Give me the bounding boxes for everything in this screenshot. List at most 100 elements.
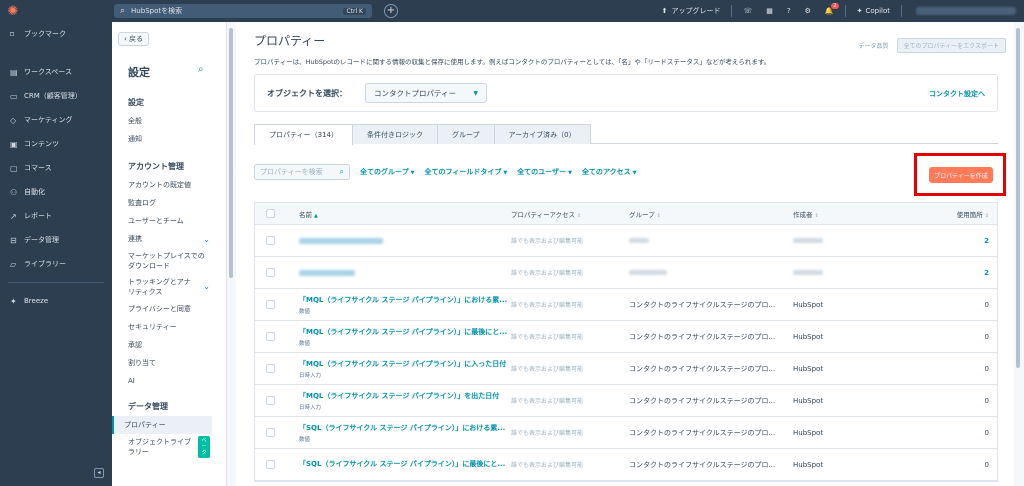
property-search-input[interactable]: プロパティーを検索 ⌕ xyxy=(254,164,350,180)
export-button[interactable]: 全てのプロパティーをエクスポート xyxy=(896,38,1006,53)
row-checkbox[interactable] xyxy=(265,428,275,437)
nav-item-content[interactable]: ▣ コンテンツ xyxy=(0,132,112,156)
row-checkbox[interactable] xyxy=(265,268,275,277)
collapse-nav-icon[interactable]: ◂ xyxy=(94,468,104,478)
global-search-input[interactable]: ⌕ HubSpotを検索 Ctrl K xyxy=(114,4,372,18)
settings-scrollbar[interactable] xyxy=(229,28,233,278)
settings-item-approvals[interactable]: 承認 xyxy=(112,336,226,354)
hubspot-logo-icon[interactable]: ✺ xyxy=(0,4,26,19)
row-checkbox[interactable] xyxy=(265,236,275,245)
settings-item-object-library[interactable]: オブジェクトライブ ラリー ベータ xyxy=(112,434,226,460)
property-type: 日時入力 xyxy=(299,372,322,379)
table-row[interactable]: 「MQL（ライフサイクル ステージ パイプライン）」に入った日付 日時入力 誰でも… xyxy=(255,353,997,385)
nav-item-library[interactable]: ▱ ライブラリー xyxy=(0,252,112,276)
property-name-link[interactable]: 「MQL（ライフサイクル ステージ パイプライン）」に入った日付 xyxy=(299,359,511,369)
settings-item-integrations[interactable]: 連携 ⌄ xyxy=(112,230,226,248)
column-header-usage[interactable]: 使用箇所 ⇕ xyxy=(923,209,997,219)
table-row[interactable]: 「MQL（ライフサイクル ステージ パイプライン）」を出た日付 日時入力 誰でも表… xyxy=(255,385,997,417)
property-group: コンタクトのライフサイクルステージのプロ... xyxy=(629,364,776,373)
table-row[interactable]: 「SQL（ライフサイクル ステージ パイプライン）」における累... 数値 誰でも… xyxy=(255,417,997,449)
row-checkbox[interactable] xyxy=(265,332,275,341)
row-checkbox[interactable] xyxy=(265,396,275,405)
caret-down-icon: ▼ xyxy=(503,170,508,176)
table-row[interactable]: 「MQL（ライフサイクル ステージ パイプライン）」に最後にと... 数値 誰でも… xyxy=(255,321,997,353)
nav-item-workspace[interactable]: ▤ ワークスペース xyxy=(0,60,112,84)
phone-icon[interactable]: ☏ xyxy=(743,7,752,15)
object-select-dropdown[interactable]: コンタクトプロパティー ▼ xyxy=(365,83,487,103)
copilot-button[interactable]: ✦ Copilot xyxy=(857,7,890,15)
nav-item-bookmarks[interactable]: ⌑ ブックマーク xyxy=(0,22,112,46)
settings-item-tracking[interactable]: トラッキングとアナ リティクス ⌄ xyxy=(112,274,226,300)
settings-item-ai[interactable]: AI xyxy=(112,372,226,390)
settings-item-properties[interactable]: プロパティー xyxy=(112,416,212,434)
nav-item-breeze[interactable]: ✦ Breeze xyxy=(0,289,112,313)
property-name-link[interactable] xyxy=(299,269,355,276)
page-description: プロパティーは、HubSpotのレコードに関する情報の収集と保存に使用します。例… xyxy=(254,58,771,66)
property-name-link[interactable]: 「SQL（ライフサイクル ステージ パイプライン）」における累... xyxy=(299,423,511,433)
copilot-label: Copilot xyxy=(865,7,890,15)
account-menu[interactable] xyxy=(916,7,1016,15)
tab-properties[interactable]: プロパティー（314） xyxy=(254,124,353,145)
create-property-button[interactable]: プロパティーを作成 xyxy=(929,167,993,183)
table-row[interactable]: 誰でも表示および編集可能 2 xyxy=(255,225,997,257)
nav-item-automation[interactable]: ⚇ 自動化 xyxy=(0,180,112,204)
settings-item-general[interactable]: 全般 xyxy=(112,112,226,130)
properties-table: 名前 ▲ プロパティーアクセス ⇕ グループ ⇕ 作成者 ⇕ 使用箇所 ⇕ 誰でも表示およ… xyxy=(254,202,998,482)
row-checkbox[interactable] xyxy=(265,364,275,373)
property-name-link[interactable]: 「MQL（ライフサイクル ステージ パイプライン）」における累... xyxy=(299,295,511,305)
filter-users[interactable]: 全てのユーザー ▼ xyxy=(517,167,572,177)
select-all-checkbox[interactable] xyxy=(265,209,275,218)
settings-search-icon[interactable]: ⌕ xyxy=(198,64,204,75)
property-name-link[interactable]: 「MQL（ライフサイクル ステージ パイプライン）」に最後にと... xyxy=(299,327,511,337)
filter-access[interactable]: 全てのアクセス ▼ xyxy=(582,167,637,177)
property-name-link[interactable] xyxy=(299,237,383,244)
notification-bell-icon[interactable]: 🔔 2 xyxy=(825,3,839,15)
create-new-button[interactable]: + xyxy=(384,4,398,18)
property-name-link[interactable]: 「MQL（ライフサイクル ステージ パイプライン）」を出た日付 xyxy=(299,391,511,401)
main-scrollbar[interactable] xyxy=(1016,28,1020,368)
settings-item-privacy[interactable]: プライバシーと同意 xyxy=(112,300,226,318)
nav-item-data-management[interactable]: ⊟ データ管理 xyxy=(0,228,112,252)
row-checkbox[interactable] xyxy=(265,300,275,309)
filter-field-types[interactable]: 全てのフィールドタイプ ▼ xyxy=(424,167,507,177)
settings-item-account-defaults[interactable]: アカウントの既定値 xyxy=(112,176,226,194)
column-header-name[interactable]: 名前 ▲ xyxy=(285,209,511,219)
marketing-icon: ◇ xyxy=(10,115,17,125)
table-header-row: 名前 ▲ プロパティーアクセス ⇕ グループ ⇕ 作成者 ⇕ 使用箇所 ⇕ xyxy=(255,203,997,225)
nav-item-commerce[interactable]: ▢ コマース xyxy=(0,156,112,180)
contact-settings-link[interactable]: コンタクト設定へ xyxy=(929,89,985,99)
table-row[interactable]: 「MQL（ライフサイクル ステージ パイプライン）」における累... 数値 誰でも… xyxy=(255,289,997,321)
settings-item-notifications[interactable]: 通知 xyxy=(112,130,226,148)
property-name-link[interactable]: 「SQL（ライフサイクル ステージ パイプライン）」に最後にと... xyxy=(299,459,511,469)
nav-item-marketing[interactable]: ◇ マーケティング xyxy=(0,108,112,132)
property-usage-link[interactable]: 2 xyxy=(923,237,997,245)
table-row[interactable]: 誰でも表示および編集可能 2 xyxy=(255,257,997,289)
tab-conditional-logic[interactable]: 条件付きロジック xyxy=(351,124,438,144)
chevron-down-icon: ⌄ xyxy=(203,234,210,244)
tab-archived[interactable]: アーカイブ済み（0） xyxy=(493,124,591,144)
settings-item-security[interactable]: セキュリティー xyxy=(112,318,226,336)
property-group: コンタクトのライフサイクルステージのプロ... xyxy=(629,332,776,341)
column-header-creator[interactable]: 作成者 ⇕ xyxy=(793,209,923,219)
settings-item-users-teams[interactable]: ユーザーとチーム xyxy=(112,212,226,230)
tab-groups[interactable]: グループ xyxy=(436,124,495,144)
marketplace-icon[interactable]: ▦ xyxy=(766,7,773,15)
property-type: 数値 xyxy=(299,340,311,347)
nav-item-reports[interactable]: ↗ レポート xyxy=(0,204,112,228)
back-button[interactable]: ‹ 戻る xyxy=(118,32,150,46)
upgrade-button[interactable]: ⬆ アップグレード xyxy=(662,6,721,16)
property-usage-link[interactable]: 2 xyxy=(923,269,997,277)
filter-groups[interactable]: 全てのグループ ▼ xyxy=(360,167,414,177)
settings-item-marketplace[interactable]: マーケットプレイスでの ダウンロード xyxy=(112,248,226,274)
settings-item-assignment[interactable]: 割り当て xyxy=(112,354,226,372)
column-header-group[interactable]: グループ ⇕ xyxy=(629,209,793,219)
column-header-access[interactable]: プロパティーアクセス ⇕ xyxy=(511,209,629,219)
help-icon[interactable]: ? xyxy=(787,7,791,15)
gear-icon[interactable]: ⚙ xyxy=(805,7,811,15)
row-checkbox[interactable] xyxy=(265,460,275,469)
settings-item-audit-log[interactable]: 監査ログ xyxy=(112,194,226,212)
nav-item-crm[interactable]: ▭ CRM（顧客管理） xyxy=(0,84,112,108)
table-row[interactable]: 「SQL（ライフサイクル ステージ パイプライン）」に最後にと... 誰でも表示… xyxy=(255,449,997,481)
object-select-label: オブジェクトを選択： xyxy=(267,89,347,98)
data-quality-link[interactable]: データ品質 xyxy=(859,41,889,50)
